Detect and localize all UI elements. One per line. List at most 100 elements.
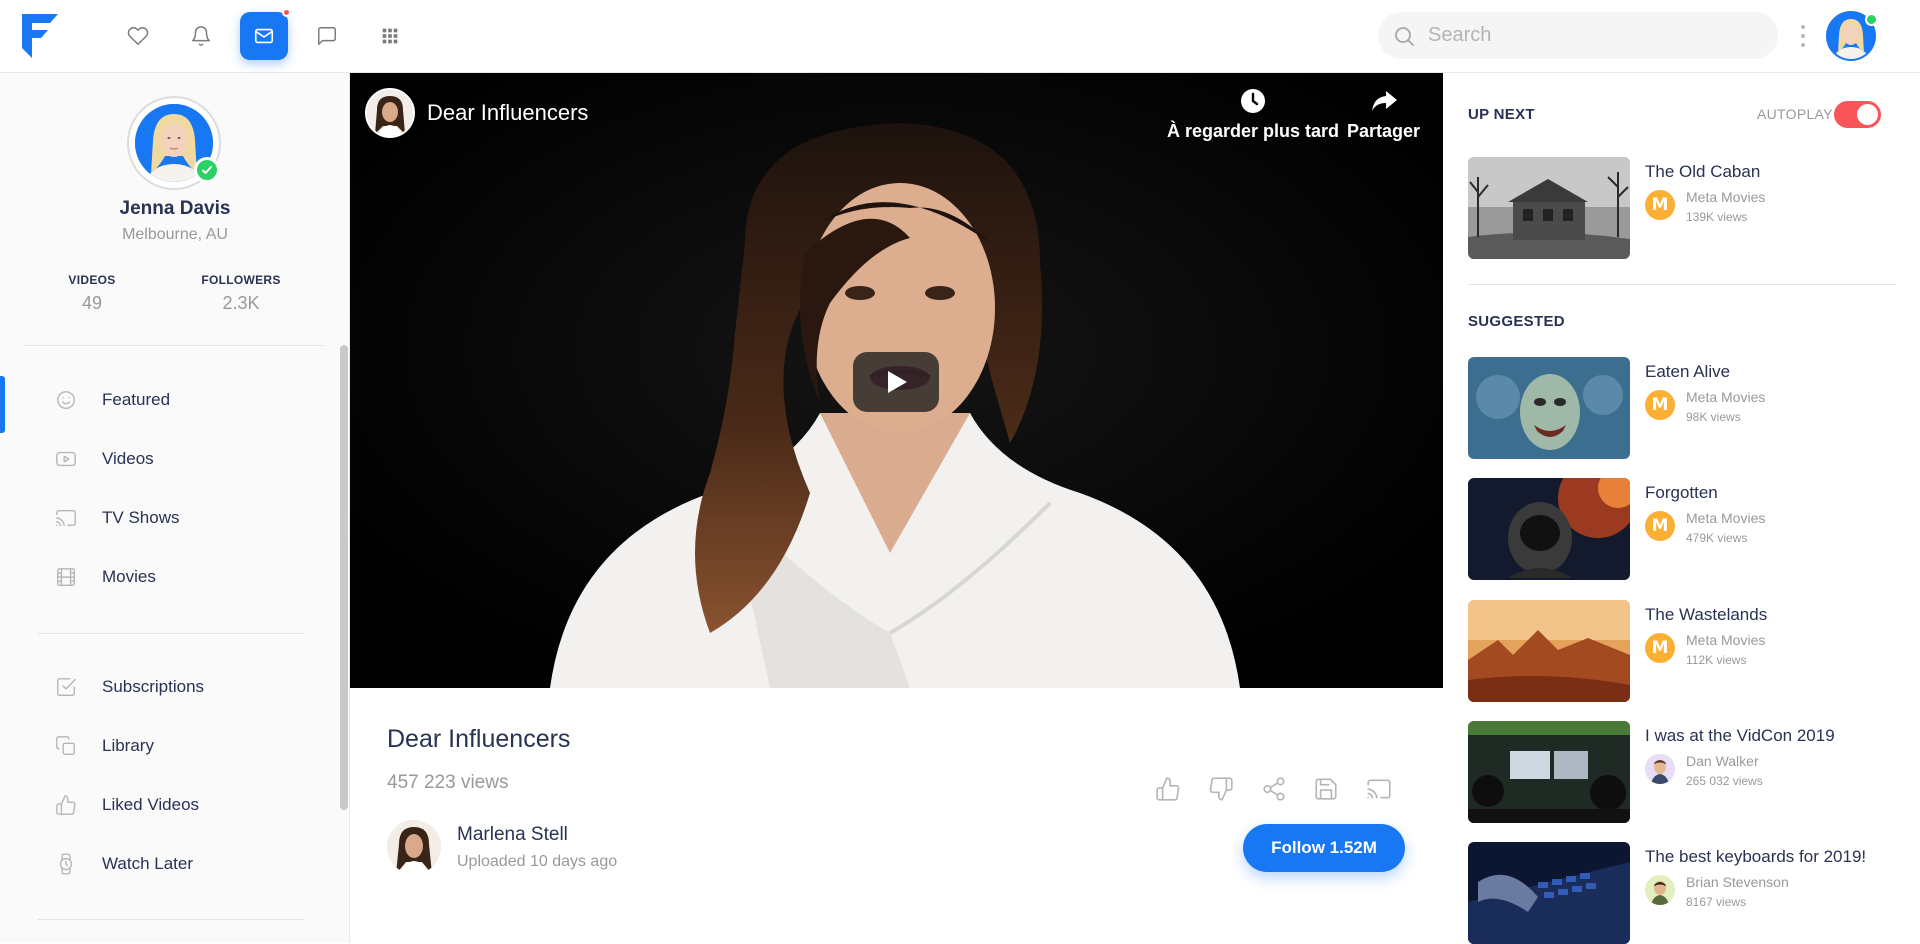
thumbs-up-icon (56, 795, 76, 815)
share-button[interactable]: Partager (1347, 87, 1420, 142)
user-avatar[interactable] (1826, 11, 1878, 61)
divider (38, 919, 304, 920)
cast-icon (1367, 779, 1391, 799)
sidebar-item-label: Featured (102, 390, 171, 409)
video-card-views: 265 032 views (1686, 774, 1763, 788)
sidebar-item-label: Liked Videos (102, 795, 200, 814)
sidebar-item-watch-later[interactable]: Watch Later (0, 840, 340, 888)
sidebar-item-label: Library (102, 736, 154, 755)
sidebar-item-subscriptions[interactable]: Subscriptions (0, 663, 340, 711)
video-card-views: 479K views (1686, 531, 1748, 545)
like-button[interactable] (1155, 776, 1183, 804)
video-thumbnail[interactable] (1468, 478, 1630, 580)
watch-later-button[interactable]: À regarder plus tard (1167, 87, 1339, 142)
play-square-icon (56, 451, 76, 467)
uploader-avatar[interactable] (387, 820, 441, 874)
video-thumbnail[interactable] (1468, 721, 1630, 823)
sidebar-item-label: TV Shows (102, 508, 180, 527)
uploader-name[interactable]: Marlena Stell (457, 824, 568, 846)
suggested-card[interactable]: The Wastelands M Meta Movies 112K views (1468, 600, 1898, 702)
verified-badge-icon (194, 157, 220, 183)
video-card-author: Brian Stevenson (1686, 874, 1789, 890)
sidebar-item-library[interactable]: Library (0, 722, 340, 770)
video-card-views: 139K views (1686, 210, 1748, 224)
video-thumbnail[interactable] (1468, 357, 1630, 459)
up-next-card[interactable]: The Old Caban M Meta Movies 139K views (1468, 157, 1898, 259)
mail-icon[interactable] (240, 8, 291, 60)
video-card-views: 112K views (1686, 653, 1747, 667)
video-card-title[interactable]: Eaten Alive (1645, 362, 1730, 382)
share-arrow-icon (1371, 91, 1397, 111)
up-next-heading: UP NEXT (1468, 106, 1535, 123)
video-player[interactable]: Dear Influencers À regarder plus tard Pa… (350, 73, 1443, 688)
watch-later-label: À regarder plus tard (1167, 121, 1340, 141)
save-button[interactable] (1313, 776, 1341, 804)
video-card-views: 98K views (1686, 410, 1741, 424)
video-thumbnail[interactable] (1468, 600, 1630, 702)
more-options-icon[interactable] (1795, 22, 1811, 50)
follow-button[interactable]: Follow 1.52M (1243, 824, 1405, 872)
brian-stevenson-avatar[interactable] (1645, 875, 1675, 905)
chat-icon[interactable] (303, 12, 351, 60)
meta-movies-avatar[interactable]: M (1645, 633, 1675, 663)
followers-stat-label: FOLLOWERS (201, 273, 281, 287)
video-card-author: Meta Movies (1686, 189, 1766, 205)
share-icon (1263, 777, 1285, 801)
share-tool-button[interactable] (1261, 776, 1289, 804)
dan-walker-avatar[interactable] (1645, 754, 1675, 784)
sidebar-item-videos[interactable]: Videos (0, 435, 340, 483)
suggested-card[interactable]: I was at the VidCon 2019 Dan Walker 265 … (1468, 721, 1898, 823)
suggested-card[interactable]: The best keyboards for 2019! Brian Steve… (1468, 842, 1898, 944)
play-button[interactable] (853, 352, 939, 412)
followers-stat-value: 2.3K (222, 293, 260, 313)
watch-icon (59, 853, 73, 875)
check-square-icon (57, 678, 76, 696)
copy-icon (56, 736, 75, 755)
apps-grid-icon[interactable] (366, 12, 414, 60)
top-navbar (0, 0, 1920, 73)
videos-stat-value: 49 (81, 293, 103, 313)
play-icon (888, 371, 907, 393)
channel-avatar[interactable] (365, 88, 415, 138)
video-card-author: Dan Walker (1686, 753, 1759, 769)
toggle-knob (1857, 104, 1878, 125)
meta-movies-avatar[interactable]: M (1645, 190, 1675, 220)
dislike-button[interactable] (1208, 776, 1236, 804)
thumbs-down-icon (1209, 777, 1233, 801)
sidebar-item-movies[interactable]: Movies (0, 553, 340, 601)
search-bar[interactable] (1378, 12, 1778, 59)
meta-movies-avatar[interactable]: M (1645, 390, 1675, 420)
cast-icon (56, 509, 76, 527)
video-card-title[interactable]: The Old Caban (1645, 162, 1760, 182)
video-thumbnail[interactable] (1468, 157, 1630, 259)
sidebar-item-label: Watch Later (102, 854, 194, 873)
clock-icon (1241, 89, 1266, 113)
video-card-author: Meta Movies (1686, 510, 1766, 526)
video-views: 457 223 views (387, 772, 509, 793)
meta-movies-avatar[interactable]: M (1645, 511, 1675, 541)
video-card-title[interactable]: I was at the VidCon 2019 (1645, 726, 1835, 746)
video-card-title[interactable]: The Wastelands (1645, 605, 1767, 625)
sidebar-item-tv-shows[interactable]: TV Shows (0, 494, 340, 542)
share-label: Partager (1347, 121, 1421, 141)
suggested-card[interactable]: Eaten Alive M Meta Movies 98K views (1468, 357, 1898, 459)
thumbs-up-icon (1156, 777, 1180, 801)
cast-button[interactable] (1366, 776, 1394, 804)
bell-icon[interactable] (177, 12, 225, 60)
profile-location: Melbourne, AU (122, 226, 228, 243)
search-input[interactable] (1428, 24, 1748, 47)
sidebar-item-featured[interactable]: Featured (0, 376, 340, 433)
video-thumbnail[interactable] (1468, 842, 1630, 944)
friendkit-logo[interactable] (20, 14, 60, 58)
left-sidebar: Jenna Davis Melbourne, AU VIDEOS 49 FOLL… (0, 73, 350, 943)
suggested-card[interactable]: Forgotten M Meta Movies 479K views (1468, 478, 1898, 580)
video-card-title[interactable]: The best keyboards for 2019! (1645, 847, 1866, 867)
followers-stat: FOLLOWERS 2.3K (181, 273, 301, 314)
autoplay-toggle[interactable] (1834, 101, 1881, 128)
heart-icon[interactable] (114, 12, 162, 60)
sidebar-item-liked-videos[interactable]: Liked Videos (0, 781, 340, 829)
sidebar-scrollbar[interactable] (340, 345, 348, 810)
video-card-title[interactable]: Forgotten (1645, 483, 1718, 503)
video-title: Dear Influencers (387, 725, 571, 753)
videos-stat-label: VIDEOS (68, 273, 116, 287)
